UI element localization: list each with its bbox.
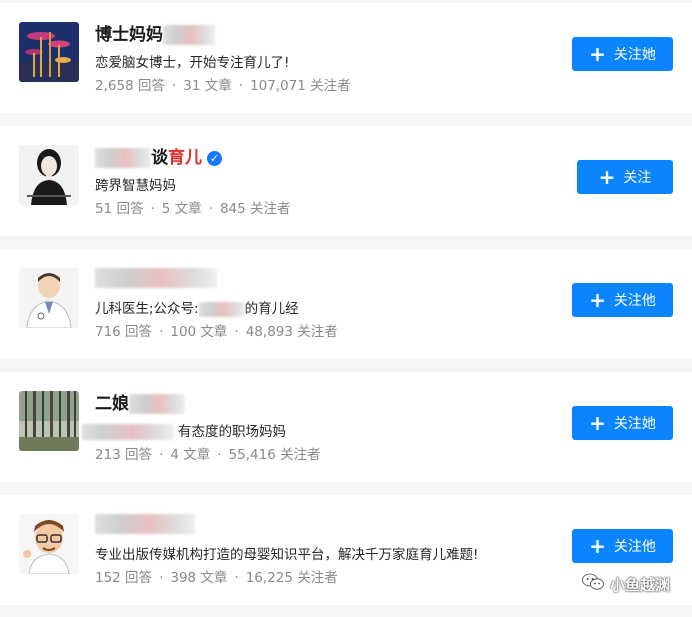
user-stats: 716 回答 · 100 文章 · 48,893 关注者	[95, 323, 338, 341]
plus-icon: +	[598, 165, 616, 189]
blurred-name-part	[95, 268, 217, 288]
separator-dot: ·	[234, 324, 239, 340]
answers-count[interactable]: 51 回答	[95, 201, 143, 217]
followers-count[interactable]: 55,416 关注者	[229, 447, 321, 463]
blurred-bio-part	[198, 301, 245, 317]
answers-count[interactable]: 2,658 回答	[95, 78, 165, 94]
follow-button[interactable]: + 关注她	[572, 37, 673, 71]
separator-dot: ·	[159, 570, 164, 586]
blurred-name-part	[129, 394, 185, 414]
user-name[interactable]: 二娘	[95, 393, 185, 415]
user-bio: 恋爱脑女博士，开始专注育儿了!	[95, 55, 290, 71]
followers-count[interactable]: 16,225 关注者	[246, 570, 338, 586]
user-stats: 152 回答 · 398 文章 · 16,225 关注者	[95, 569, 338, 587]
followers-count[interactable]: 107,071 关注者	[250, 78, 351, 94]
user-bio-prefix: 儿科医生;公众号:	[95, 301, 199, 317]
separator-dot: ·	[159, 324, 164, 340]
user-stats: 2,658 回答 · 31 文章 · 107,071 关注者	[95, 77, 351, 95]
articles-count[interactable]: 5 文章	[162, 201, 202, 217]
user-bio: 专业出版传媒机构打造的母婴知识平台，解决千万家庭育儿难题!	[95, 547, 479, 563]
user-name-accent: 育儿	[168, 148, 202, 168]
follow-button-label: 关注	[623, 170, 652, 186]
watermark-text: 小鱼越渊	[609, 575, 670, 594]
user-bio: 儿科医生;公众号: 的育儿经	[95, 300, 299, 318]
blurred-bio-part	[82, 424, 174, 440]
separator-dot: ·	[208, 201, 213, 217]
blurred-name-part	[95, 514, 195, 534]
follow-button-label: 关注他	[613, 293, 656, 309]
user-card: 博士妈妈 恋爱脑女博士，开始专注育儿了! 2,658 回答 · 31 文章 · 107,…	[0, 3, 692, 113]
articles-count[interactable]: 398 文章	[170, 570, 227, 586]
user-stats: 51 回答 · 5 文章 · 845 关注者	[95, 200, 291, 218]
separator-dot: ·	[217, 447, 222, 463]
blurred-name-part	[95, 148, 151, 168]
doctor-avatar[interactable]	[19, 268, 79, 328]
user-name[interactable]	[95, 514, 195, 534]
plus-icon: +	[589, 534, 606, 558]
answers-count[interactable]: 716 回答	[95, 324, 152, 340]
wechat-icon	[582, 573, 604, 595]
separator-dot: ·	[238, 78, 244, 94]
answers-count[interactable]: 213 回答	[95, 447, 152, 463]
verified-icon: ✓	[207, 150, 222, 166]
plus-icon: +	[589, 42, 606, 66]
plus-icon: +	[589, 288, 606, 312]
answers-count[interactable]: 152 回答	[95, 570, 152, 586]
articles-count[interactable]: 31 文章	[183, 78, 231, 94]
user-name[interactable]: 谈 育儿 ✓	[95, 147, 222, 169]
user-name-text: 博士妈妈	[95, 25, 163, 45]
followers-count[interactable]: 845 关注者	[220, 201, 291, 217]
user-card: 儿科医生;公众号: 的育儿经 716 回答 · 100 文章 · 48,893 关注者 …	[0, 249, 692, 359]
cartoon-doctor-avatar[interactable]	[19, 514, 79, 574]
separator-dot: ·	[171, 78, 177, 94]
user-name[interactable]: 博士妈妈	[95, 24, 215, 46]
user-name-text: 二娘	[95, 394, 129, 414]
user-bio: 有态度的职场妈妈	[82, 423, 286, 441]
user-name[interactable]	[95, 268, 217, 288]
separator-dot: ·	[234, 570, 239, 586]
separator-dot: ·	[150, 201, 155, 217]
follow-button[interactable]: + 关注她	[572, 406, 673, 440]
user-bio-text: 有态度的职场妈妈	[178, 424, 286, 440]
separator-dot: ·	[159, 447, 164, 463]
user-name-text: 谈	[151, 148, 168, 168]
user-bio: 跨界智慧妈妈	[95, 178, 176, 194]
user-bio-suffix: 的育儿经	[244, 301, 299, 317]
wechat-watermark: 小鱼越渊	[582, 573, 670, 595]
user-card: 二娘 有态度的职场妈妈 213 回答 · 4 文章 · 55,416 关注者 + 关注她	[0, 372, 692, 482]
user-stats: 213 回答 · 4 文章 · 55,416 关注者	[95, 446, 321, 464]
follow-button-label: 关注她	[613, 47, 656, 63]
follow-button-label: 关注她	[613, 416, 656, 432]
followers-count[interactable]: 48,893 关注者	[246, 324, 338, 340]
user-card: 谈 育儿 ✓ 跨界智慧妈妈 51 回答 · 5 文章 · 845 关注者 + 关注	[0, 126, 692, 236]
blurred-name-part	[163, 25, 215, 45]
forest-avatar[interactable]	[19, 391, 79, 451]
follow-button[interactable]: + 关注他	[572, 529, 673, 563]
articles-count[interactable]: 100 文章	[170, 324, 227, 340]
articles-count[interactable]: 4 文章	[170, 447, 210, 463]
sculpture-avatar[interactable]	[19, 22, 79, 82]
follow-button[interactable]: + 关注	[577, 160, 673, 194]
follow-button-label: 关注他	[613, 539, 656, 555]
follow-button[interactable]: + 关注他	[572, 283, 673, 317]
plus-icon: +	[589, 411, 606, 435]
woman-sketch-avatar[interactable]	[19, 145, 79, 205]
